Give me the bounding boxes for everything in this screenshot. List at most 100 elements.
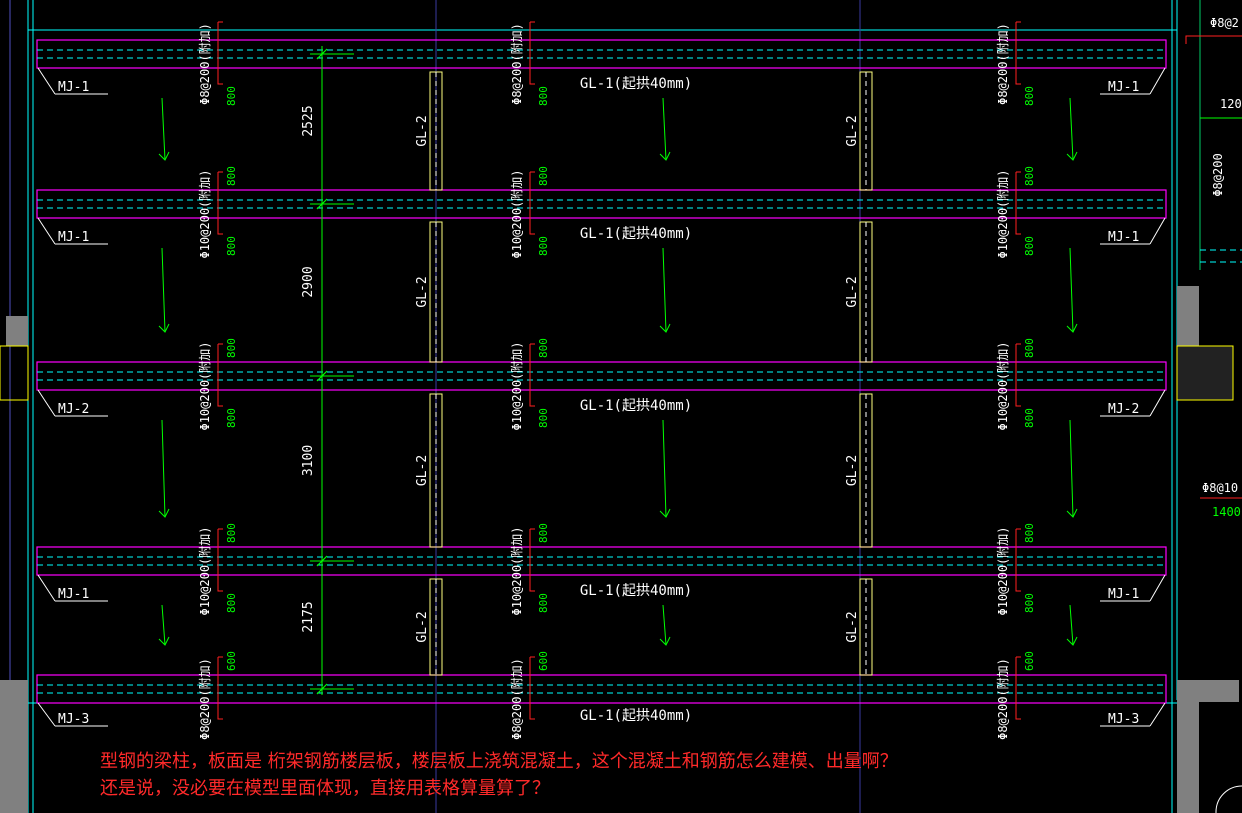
rebar-spec-label: Φ10@200(附加) bbox=[198, 341, 212, 430]
rebar-tick bbox=[1015, 344, 1021, 407]
right-rebar-vertical: Φ8@200 bbox=[1211, 153, 1225, 196]
span-arrow-shaft bbox=[161, 97, 166, 161]
rebar-tick bbox=[1015, 657, 1021, 720]
mj-leader-left bbox=[37, 217, 56, 245]
span-arrow-shaft bbox=[161, 604, 166, 646]
rebar-length-below: 800 bbox=[225, 408, 238, 428]
span-arrow-shaft bbox=[1069, 419, 1074, 518]
span-arrow-head bbox=[158, 151, 170, 161]
rebar-length-above: 800 bbox=[537, 338, 550, 358]
right-rebar-top: Φ8@2 bbox=[1210, 16, 1239, 30]
span-arrow-head bbox=[659, 323, 671, 333]
rebar-spec-label: Φ10@200(附加) bbox=[996, 526, 1010, 615]
rebar-length-below: 800 bbox=[1023, 408, 1036, 428]
rebar-length-above: 800 bbox=[225, 338, 238, 358]
column-left-bottom bbox=[0, 680, 28, 813]
rebar-length-above: 600 bbox=[225, 651, 238, 671]
bay-dimension-label: 2900 bbox=[301, 266, 316, 297]
rebar-length-below: 800 bbox=[1023, 236, 1036, 256]
mj-leader-right bbox=[1149, 217, 1166, 245]
grid-bubble bbox=[1215, 785, 1242, 813]
span-arrow-shaft bbox=[662, 247, 667, 333]
bay-dimension-label: 2175 bbox=[301, 601, 316, 632]
right-dim-mid: 1400 bbox=[1212, 505, 1241, 519]
span-arrow-shaft bbox=[161, 247, 166, 333]
rebar-tick bbox=[1015, 529, 1021, 592]
rebar-tick bbox=[529, 529, 535, 592]
rebar-spec-label: Φ10@200(附加) bbox=[198, 526, 212, 615]
rebar-spec-label: Φ10@200(附加) bbox=[996, 169, 1010, 258]
rebar-length-below: 800 bbox=[225, 86, 238, 106]
rebar-length-below: 800 bbox=[537, 593, 550, 613]
rebar-length-below: 800 bbox=[1023, 86, 1036, 106]
rebar-length-below: 800 bbox=[537, 408, 550, 428]
rebar-length-above: 600 bbox=[1023, 651, 1036, 671]
gl1-label: GL-1(起拱40mm) bbox=[580, 398, 692, 414]
span-arrow-head bbox=[1066, 323, 1078, 333]
rebar-spec-label: Φ10@200(附加) bbox=[510, 341, 524, 430]
rebar-tick bbox=[217, 172, 223, 235]
rebar-length-above: 800 bbox=[1023, 523, 1036, 543]
rebar-length-above: 800 bbox=[225, 523, 238, 543]
rebar-length-below: 800 bbox=[225, 593, 238, 613]
gl2-label: GL-2 bbox=[845, 611, 860, 642]
right-rebar-mid: Φ8@10 bbox=[1202, 481, 1238, 495]
rebar-spec-label: Φ10@200(附加) bbox=[198, 169, 212, 258]
rebar-spec-label: Φ8@200(附加) bbox=[510, 658, 524, 740]
mj-leader-left bbox=[37, 574, 56, 602]
rebar-spec-label: Φ8@200(附加) bbox=[198, 23, 212, 105]
rebar-length-above: 800 bbox=[225, 166, 238, 186]
mj-leader-right bbox=[1149, 389, 1166, 417]
mj-label-left: MJ-1 bbox=[58, 80, 89, 95]
rebar-tick bbox=[529, 172, 535, 235]
mj-label-right: MJ-1 bbox=[1108, 80, 1139, 95]
mj-leader-left bbox=[37, 67, 56, 95]
wall-block-left bbox=[0, 345, 29, 401]
rebar-spec-label: Φ8@200(附加) bbox=[198, 658, 212, 740]
cad-floor-plan: MJ-1 MJ-1 GL-1(起拱40mm) Φ8@200(附加) 800 Φ8@200(… bbox=[0, 0, 1242, 813]
span-arrow-shaft bbox=[1069, 97, 1074, 161]
mj-leader-right bbox=[1149, 67, 1166, 95]
question-line-1: 型钢的梁柱，板面是 桁架钢筋楼层板，楼层板上浇筑混凝土，这个混凝土和钢筋怎么建模… bbox=[100, 751, 898, 772]
span-arrow-head bbox=[158, 508, 170, 518]
span-arrow-head bbox=[659, 508, 671, 518]
rebar-spec-label: Φ8@200(附加) bbox=[996, 658, 1010, 740]
gl1-label: GL-1(起拱40mm) bbox=[580, 708, 692, 724]
mj-label-left: MJ-1 bbox=[58, 230, 89, 245]
mj-label-left: MJ-1 bbox=[58, 587, 89, 602]
rebar-length-below: 800 bbox=[537, 236, 550, 256]
rebar-spec-label: Φ8@200(附加) bbox=[510, 23, 524, 105]
gl2-label: GL-2 bbox=[415, 455, 430, 486]
rebar-length-above: 800 bbox=[1023, 338, 1036, 358]
slab-bands: MJ-1 MJ-1 GL-1(起拱40mm) Φ8@200(附加) 800 Φ8@200(… bbox=[36, 21, 1167, 740]
column-right-bottom-v bbox=[1177, 680, 1199, 813]
span-arrow-head bbox=[158, 323, 170, 333]
rebar-length-above: 800 bbox=[1023, 166, 1036, 186]
gl2-label: GL-2 bbox=[415, 611, 430, 642]
rebar-tick bbox=[217, 657, 223, 720]
span-arrow-shaft bbox=[1069, 247, 1074, 333]
span-arrow-shaft bbox=[1069, 604, 1074, 646]
gl1-label: GL-1(起拱40mm) bbox=[580, 226, 692, 242]
rebar-spec-label: Φ8@200(附加) bbox=[996, 23, 1010, 105]
question-note: 型钢的梁柱，板面是 桁架钢筋楼层板，楼层板上浇筑混凝土，这个混凝土和钢筋怎么建模… bbox=[100, 748, 898, 802]
span-arrow-head bbox=[1066, 508, 1078, 518]
gl1-label: GL-1(起拱40mm) bbox=[580, 583, 692, 599]
rebar-length-below: 800 bbox=[225, 236, 238, 256]
question-line-2: 还是说，没必要在模型里面体现，直接用表格算量算了？ bbox=[100, 778, 550, 799]
dimension-lines: 2525 2900 3100 2175 bbox=[301, 46, 354, 695]
gl1-label: GL-1(起拱40mm) bbox=[580, 76, 692, 92]
mj-leader-right bbox=[1149, 702, 1166, 727]
rebar-tick bbox=[529, 657, 535, 720]
rebar-length-above: 800 bbox=[537, 523, 550, 543]
span-arrow-shaft bbox=[161, 419, 166, 518]
right-rebar-tick bbox=[1185, 35, 1242, 44]
rebar-tick bbox=[1015, 172, 1021, 235]
mj-label-left: MJ-2 bbox=[58, 402, 89, 417]
bay-dimension-label: 3100 bbox=[301, 445, 316, 476]
rebar-tick bbox=[217, 344, 223, 407]
rebar-length-below: 800 bbox=[537, 86, 550, 106]
mj-leader-left bbox=[37, 389, 56, 417]
rebar-tick bbox=[217, 529, 223, 592]
span-arrow-shaft bbox=[662, 604, 667, 646]
